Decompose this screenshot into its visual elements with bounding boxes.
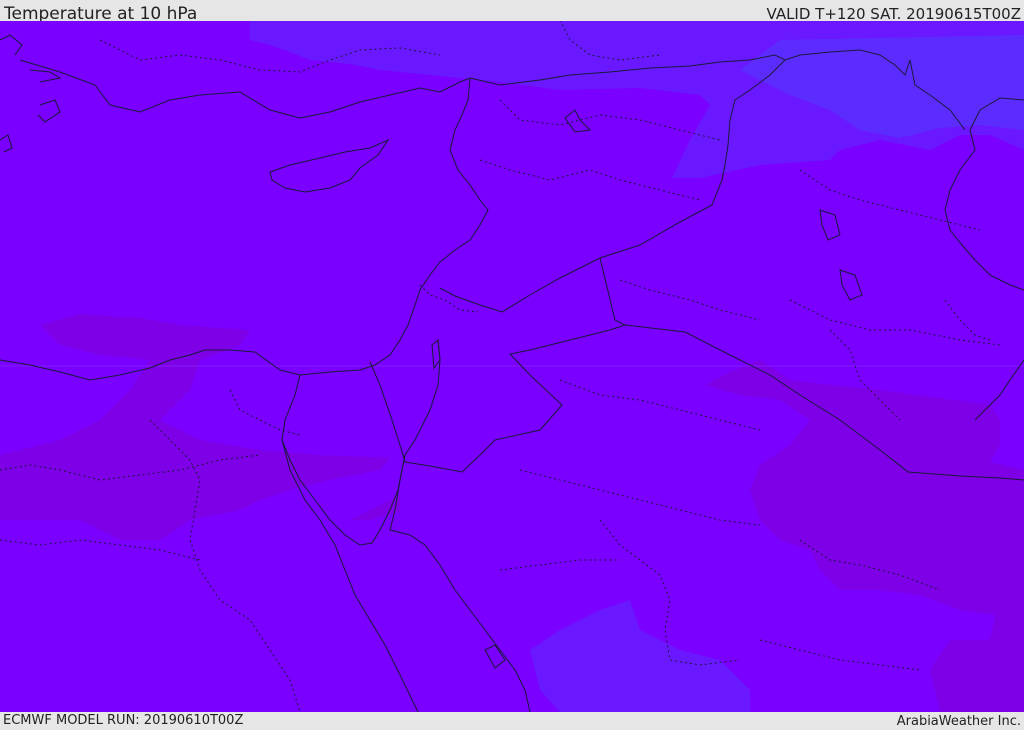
temperature-map[interactable] xyxy=(0,21,1024,712)
header-bar: Temperature at 10 hPa VALID T+120 SAT. 2… xyxy=(0,0,1024,24)
model-run-label: ECMWF MODEL RUN: 20190610T00Z xyxy=(3,713,244,728)
footer-bar: ECMWF MODEL RUN: 20190610T00Z ArabiaWeat… xyxy=(0,712,1024,729)
credit-label: ArabiaWeather Inc. xyxy=(896,714,1021,729)
map-canvas xyxy=(0,21,1024,712)
